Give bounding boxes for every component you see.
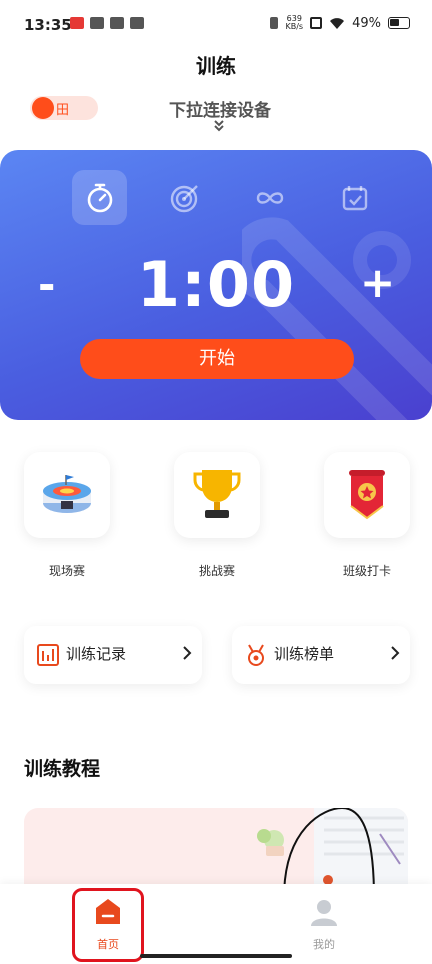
feature-tile[interactable] [24,452,110,538]
chevron-right-icon [391,646,400,660]
chevron-right-icon [183,646,192,660]
gesture-handle [140,954,292,958]
increase-time-button[interactable]: + [360,258,395,307]
nav-profile[interactable]: 我的 [292,896,356,952]
net-speed: 639 KB/s [285,15,303,31]
medal-icon [248,644,264,666]
notification-app-icon [70,17,84,29]
stopwatch-icon [87,183,112,212]
timer-card: - 1:00 + 开始 [0,150,432,420]
user-icon [311,900,337,926]
toggle-knob [32,97,54,119]
training-page: 13:35 639 KB/s 49% 训练 田 下拉连接设备 - 1:00 + … [0,0,432,964]
training-records-link[interactable]: 训练记录 [24,626,202,684]
bar-chart-icon [37,644,59,666]
timer-mode-tabs [72,170,382,225]
toggle-label: 田 [56,103,70,118]
page-title: 训练 [196,54,236,78]
battery-percent: 49% [352,15,381,31]
feature-live-match[interactable]: 现场赛 [22,452,112,579]
entry-label: 训练记录 [66,645,127,663]
trophy-icon [193,470,241,518]
mode-target[interactable] [157,170,212,225]
mode-toggle[interactable]: 田 [30,96,98,120]
status-bar: 13:35 639 KB/s 49% [0,0,432,48]
vibrate-icon [270,17,279,29]
link-icon [110,17,124,29]
net-speed-unit: KB/s [285,22,304,31]
training-leaderboard-link[interactable]: 训练榜单 [232,626,410,684]
mode-countdown[interactable] [72,170,127,225]
home-highlight-box [72,888,144,962]
notification-icons [70,17,144,29]
entry-label: 训练榜单 [274,645,335,663]
bottom-navigation: 首页 我的 [0,884,432,964]
feature-challenge[interactable]: 挑战赛 [172,452,262,579]
target-icon [170,184,198,212]
feature-class-checkin[interactable]: 班级打卡 [322,452,412,579]
wifi-icon [330,17,345,29]
nav-label: 我的 [313,938,335,951]
sim-icon [310,17,323,29]
mode-unlimited[interactable] [242,170,297,225]
crown-icon [90,17,104,29]
calendar-check-icon [342,185,367,210]
feature-label: 挑战赛 [198,564,235,578]
pull-to-connect-hint[interactable]: 下拉连接设备 [140,96,300,121]
battery-icon [388,17,410,29]
feature-label: 现场赛 [48,564,85,578]
feature-tile[interactable] [174,452,260,538]
status-time: 13:35 [24,16,72,34]
feature-tile[interactable] [324,452,410,538]
start-button[interactable]: 开始 [80,339,354,379]
pennant-badge-icon [349,470,385,520]
app-badge-icon [130,17,144,29]
mode-checkin[interactable] [327,170,382,225]
feature-label: 班级打卡 [342,564,391,578]
tutorials-title: 训练教程 [24,758,101,780]
status-right: 639 KB/s 49% [270,15,410,31]
infinity-icon [256,191,283,204]
double-chevron-down-icon [214,120,224,132]
stadium-icon [43,475,91,513]
